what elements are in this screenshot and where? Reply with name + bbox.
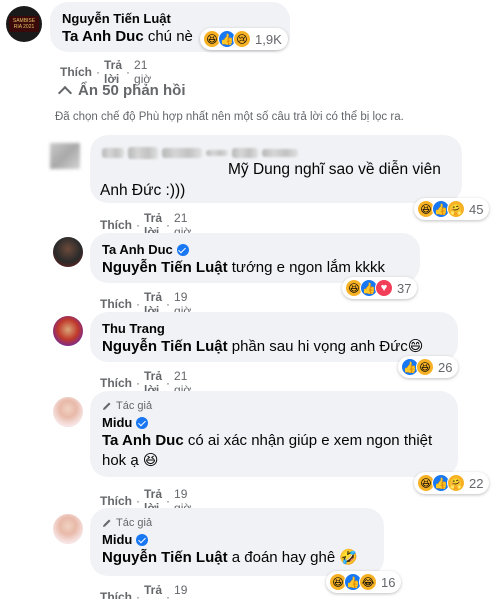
filter-notice: Đã chọn chế độ Phù hợp nhất nên một số c…: [55, 111, 404, 123]
comment-author[interactable]: Midu: [102, 531, 132, 548]
avatar[interactable]: SAMBISE RIA 2021: [6, 6, 42, 42]
comment-text: Nguyễn Tiến Luật phần sau hi vọng anh Đứ…: [102, 337, 446, 357]
dot-separator: ·: [166, 376, 171, 390]
sad-icon: 😢: [233, 30, 251, 48]
like-button[interactable]: Thích: [100, 376, 132, 390]
reaction-summary[interactable]: 😆 👍 😂 16: [326, 571, 402, 593]
comment-bubble: Tác giả Midu Ta Anh Duc có ai xác nhận g…: [90, 391, 458, 477]
author-badge: Tác giả: [102, 516, 372, 530]
comment-actions: Thích · Trả lời · 19 giờ: [100, 583, 191, 599]
reaction-summary[interactable]: 😆 👍 🤗 22: [414, 472, 490, 494]
comment-text: Nguyễn Tiến Luật tướng e ngon lắm kkkk: [102, 258, 408, 278]
avatar-logo-text: SAMBISE RIA 2021: [12, 18, 36, 30]
comment-text: Ta Anh Duc có ai xác nhận giúp e xem ngo…: [102, 431, 446, 451]
blurred-avatar: [50, 143, 80, 169]
verified-badge-icon: [176, 243, 189, 256]
like-button[interactable]: Thích: [60, 65, 92, 79]
author-badge-label: Tác giả: [116, 400, 153, 412]
comment-bubble: Thu Trang Nguyễn Tiến Luật phần sau hi v…: [90, 312, 458, 362]
verified-badge-icon: [136, 416, 149, 429]
author-row: Midu: [102, 531, 372, 548]
pen-icon: [103, 519, 111, 527]
mention-link[interactable]: Ta Anh Duc: [102, 432, 184, 449]
mention-link[interactable]: Nguyễn Tiến Luật: [102, 338, 228, 355]
avatar[interactable]: [53, 397, 83, 427]
reaction-count: 45: [469, 201, 484, 217]
care-icon: 🤗: [447, 200, 465, 218]
blurred-block: [206, 150, 228, 156]
like-button[interactable]: Thích: [100, 590, 132, 599]
dot-separator: ·: [166, 297, 171, 311]
comment-author[interactable]: Thu Trang: [102, 320, 446, 337]
pen-icon: [103, 402, 111, 410]
love-icon: ♥: [375, 279, 393, 297]
comment-body: a đoán hay ghê: [231, 549, 336, 566]
comment-text: Nguyễn Tiến Luật a đoán hay ghê 🤣: [102, 548, 372, 568]
dot-separator: ·: [96, 65, 100, 79]
dot-separator: ·: [136, 297, 140, 311]
mention-link[interactable]: Nguyễn Tiến Luật: [102, 549, 228, 566]
comment-bubble: Ta Anh Duc Nguyễn Tiến Luật tướng e ngon…: [90, 233, 420, 283]
dot-separator: ·: [166, 590, 171, 599]
reaction-summary[interactable]: 👍 😆 26: [398, 356, 459, 378]
verified-badge-icon: [136, 533, 149, 546]
comment-author[interactable]: Nguyễn Tiến Luật: [62, 10, 278, 27]
reaction-count: 22: [469, 475, 484, 491]
haha-icon: 😆: [416, 358, 434, 376]
dot-separator: ·: [166, 494, 171, 508]
blurred-block: [102, 148, 124, 158]
avatar[interactable]: [53, 514, 83, 544]
comment-body: tướng e ngon lắm kkkk: [231, 259, 386, 276]
like-button[interactable]: Thích: [100, 494, 132, 508]
hide-replies-label: Ẩn 50 phản hồi: [78, 82, 186, 99]
timestamp[interactable]: 19 giờ: [174, 583, 191, 599]
like-button[interactable]: Thích: [100, 297, 132, 311]
author-row: Ta Anh Duc: [102, 241, 408, 258]
blurred-block: [162, 148, 202, 158]
dot-separator: ·: [166, 218, 171, 232]
like-button[interactable]: Thích: [100, 218, 132, 232]
dot-separator: ·: [136, 376, 140, 390]
comment-author[interactable]: Ta Anh Duc: [102, 241, 173, 258]
avatar[interactable]: [53, 237, 83, 267]
comment-bubble: Mỹ Dung nghĩ sao về diễn viên Anh Đức :)…: [90, 135, 462, 203]
comment-bubble: Tác giả Midu Nguyễn Tiến Luật a đoán hay…: [90, 508, 384, 576]
dot-separator: ·: [136, 218, 140, 232]
haha-icon: 😂: [359, 573, 377, 591]
reaction-count: 26: [438, 359, 453, 375]
avatar[interactable]: [53, 316, 83, 346]
dot-separator: ·: [136, 494, 140, 508]
author-badge: Tác giả: [102, 399, 446, 413]
blurred-block: [232, 148, 258, 158]
comment-body: có ai xác nhận giúp e xem ngon thiệt: [187, 432, 433, 449]
comment-text-line2: Anh Đức :))): [100, 182, 186, 199]
emoji: 🤣: [339, 549, 359, 566]
mention-link[interactable]: Ta Anh Duc: [62, 28, 144, 45]
chevron-up-icon: [57, 85, 73, 101]
comment-text: Mỹ Dung nghĩ sao về diễn viên: [228, 161, 441, 178]
care-icon: 🤗: [447, 474, 465, 492]
blurred-block: [128, 147, 158, 159]
reaction-count: 1,9K: [255, 31, 282, 47]
reaction-count: 16: [381, 574, 396, 590]
author-badge-label: Tác giả: [116, 517, 153, 529]
dot-separator: ·: [136, 590, 140, 599]
emoji: 😄: [407, 338, 424, 355]
emoji: 😆: [142, 452, 159, 469]
comment-body: phần sau hi vọng anh Đức: [231, 338, 408, 355]
dot-separator: ·: [126, 65, 131, 79]
author-row: Midu: [102, 414, 446, 431]
comment-body: chú nè: [147, 28, 193, 45]
reaction-count: 37: [397, 280, 412, 296]
reply-button[interactable]: Trả lời: [144, 583, 162, 599]
mention-link[interactable]: Nguyễn Tiến Luật: [102, 259, 228, 276]
blurred-block: [262, 149, 298, 157]
hide-replies-button[interactable]: Ẩn 50 phản hồi: [57, 82, 186, 101]
comment-text-line2: hok ạ 😆: [102, 451, 446, 471]
reaction-summary[interactable]: 😆 👍 🤗 45: [414, 198, 490, 220]
comment-author[interactable]: Midu: [102, 414, 132, 431]
comment-body-line2: hok ạ: [102, 452, 139, 469]
reaction-summary[interactable]: 😆 👍 ♥ 37: [342, 277, 418, 299]
reaction-summary[interactable]: 😆 👍 😢 1,9K: [200, 28, 288, 50]
